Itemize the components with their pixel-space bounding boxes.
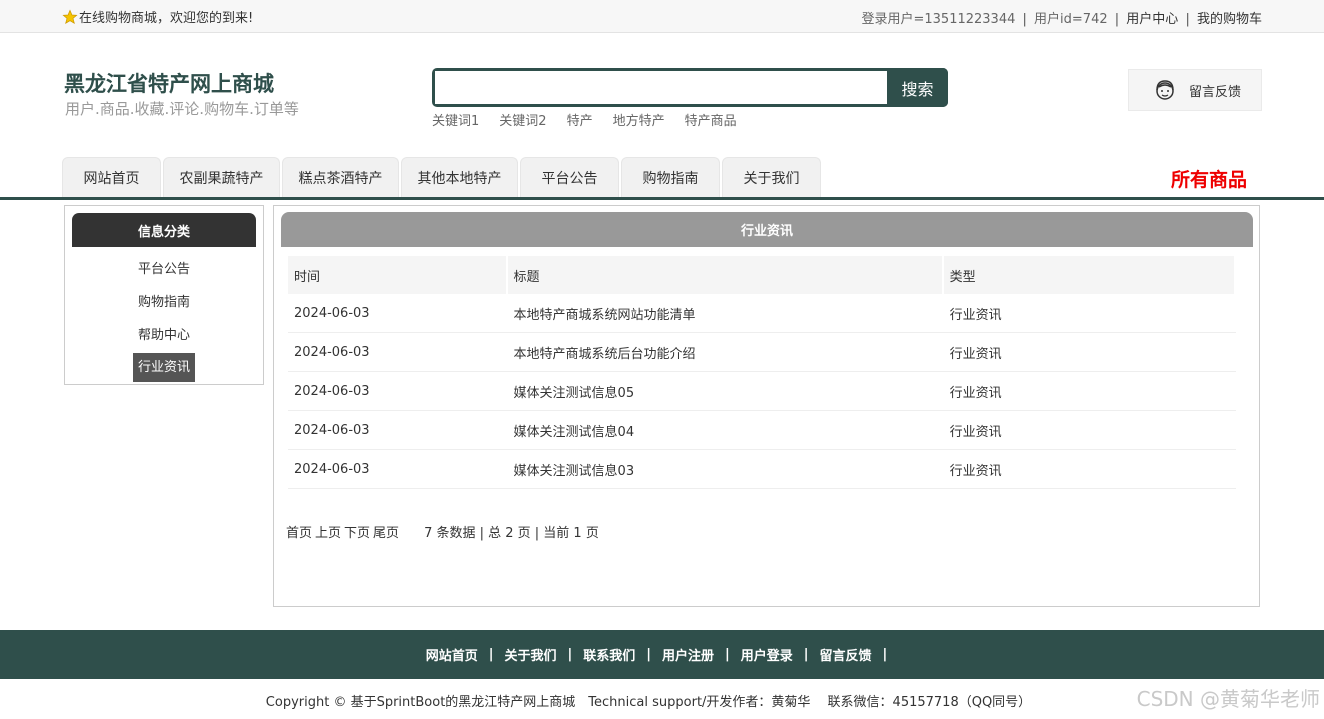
table-row[interactable]: 2024-06-03 媒体关注测试信息04 行业资讯 (288, 411, 1236, 450)
pager-next[interactable]: 下页 (344, 522, 370, 541)
panel-title: 行业资讯 (281, 212, 1253, 247)
footer-link-home[interactable]: 网站首页 (426, 645, 478, 664)
cell-type: 行业资讯 (949, 307, 1002, 323)
cell-title[interactable]: 媒体关注测试信息04 (508, 411, 942, 449)
table-row[interactable]: 2024-06-03 本地特产商城系统网站功能清单 行业资讯 (288, 294, 1236, 333)
search-input[interactable] (435, 71, 887, 104)
sidebar-title: 信息分类 (72, 213, 256, 247)
column-header-title: 标题 (507, 256, 942, 294)
sidebar-item-label: 帮助中心 (137, 328, 190, 343)
cell-time: 2024-06-03 (294, 383, 370, 399)
sidebar-item-label: 购物指南 (137, 295, 190, 310)
cell-type: 行业资讯 (949, 424, 1002, 440)
footer-link-about[interactable]: 关于我们 (504, 645, 556, 664)
cell-title[interactable]: 媒体关注测试信息05 (508, 372, 942, 410)
feedback-button[interactable]: 留言反馈 (1128, 69, 1262, 111)
footer-link-register[interactable]: 用户注册 (662, 645, 714, 664)
sidebar-item-help[interactable]: 帮助中心 (65, 324, 263, 343)
copyright: Copyright © 基于SprintBoot的黑龙江特产网上商城 Techn… (265, 695, 1032, 710)
pager-prev[interactable]: 上页 (315, 522, 341, 541)
sidebar-item-label: 行业资讯 (132, 353, 195, 382)
keyword-link[interactable]: 特产商品 (685, 110, 737, 129)
pager-info: 7 条数据 | 总 2 页 | 当前 1 页 (424, 526, 599, 541)
nav-divider (0, 197, 1324, 200)
news-table: 时间 标题 类型 2024-06-03 本地特产商城系统网站功能清单 行业资讯 … (288, 256, 1236, 489)
site-title[interactable]: 黑龙江省特产网上商城 (64, 68, 274, 98)
separator: | (725, 647, 730, 662)
sidebar-item-notice[interactable]: 平台公告 (65, 258, 263, 277)
pagination: 首页 上页 下页 尾页 7 条数据 | 总 2 页 | 当前 1 页 (286, 522, 599, 541)
nav-tab-guide[interactable]: 购物指南 (621, 157, 720, 197)
separator: | (882, 647, 888, 662)
cell-title[interactable]: 本地特产商城系统后台功能介绍 (508, 333, 942, 371)
keyword-link[interactable]: 关键词1 (432, 110, 479, 129)
customer-service-icon (1156, 80, 1174, 100)
cell-title[interactable]: 媒体关注测试信息03 (508, 450, 942, 488)
user-center-link[interactable]: 用户中心 (1126, 12, 1178, 27)
separator: | (488, 647, 494, 662)
cell-title[interactable]: 本地特产商城系统网站功能清单 (508, 294, 942, 332)
all-goods-link[interactable]: 所有商品 (1171, 165, 1247, 192)
separator: | (1114, 12, 1120, 27)
user-id: 用户id=742 (1034, 12, 1108, 27)
cell-time: 2024-06-03 (294, 305, 370, 321)
table-header: 时间 标题 类型 (288, 256, 1236, 294)
cart-link[interactable]: 我的购物车 (1197, 12, 1262, 27)
nav-tab-other[interactable]: 其他本地特产 (401, 157, 518, 197)
cell-type: 行业资讯 (949, 385, 1002, 401)
watermark: CSDN @黄菊华老师 (1136, 687, 1320, 711)
feedback-label: 留言反馈 (1189, 84, 1242, 100)
hot-keywords: 关键词1 关键词2 特产 地方特产 特产商品 (432, 110, 737, 129)
sidebar-item-guide[interactable]: 购物指南 (65, 291, 263, 310)
pager-last[interactable]: 尾页 (373, 522, 399, 541)
welcome-message: 在线购物商城，欢迎您的到来! (62, 7, 253, 26)
user-links: 登录用户=13511223344 | 用户id=742 | 用户中心 | 我的购… (862, 8, 1263, 27)
site-subtitle: 用户.商品.收藏.评论.购物车.订单等 (65, 100, 299, 118)
separator: | (646, 647, 651, 662)
sidebar-item-label: 平台公告 (137, 262, 190, 277)
column-header-time: 时间 (288, 256, 506, 294)
column-header-type: 类型 (943, 256, 1235, 294)
cell-time: 2024-06-03 (294, 461, 370, 477)
table-row[interactable]: 2024-06-03 本地特产商城系统后台功能介绍 行业资讯 (288, 333, 1236, 372)
nav-tab-produce[interactable]: 农副果蔬特产 (163, 157, 280, 197)
keyword-link[interactable]: 特产 (567, 110, 593, 129)
content-panel: 行业资讯 时间 标题 类型 2024-06-03 本地特产商城系统网站功能清单 … (273, 205, 1260, 607)
footer-link-contact[interactable]: 联系我们 (583, 645, 635, 664)
nav-tab-pastry[interactable]: 糕点茶酒特产 (282, 157, 399, 197)
sidebar-item-industry-news[interactable]: 行业资讯 (65, 353, 263, 382)
info-sidebar: 信息分类 平台公告 购物指南 帮助中心 行业资讯 (64, 205, 264, 385)
separator: | (1022, 12, 1027, 27)
login-user: 登录用户=13511223344 (861, 12, 1016, 27)
table-row[interactable]: 2024-06-03 媒体关注测试信息03 行业资讯 (288, 450, 1236, 489)
main-nav: 网站首页 农副果蔬特产 糕点茶酒特产 其他本地特产 平台公告 购物指南 关于我们 (62, 157, 821, 197)
table-row[interactable]: 2024-06-03 媒体关注测试信息05 行业资讯 (288, 372, 1236, 411)
nav-tab-home[interactable]: 网站首页 (62, 157, 161, 197)
separator: | (1185, 12, 1190, 27)
star-icon (62, 8, 78, 24)
nav-tab-about[interactable]: 关于我们 (722, 157, 821, 197)
top-bar: 在线购物商城，欢迎您的到来! 登录用户=13511223344 | 用户id=7… (0, 0, 1324, 33)
footer-link-login[interactable]: 用户登录 (741, 645, 793, 664)
keyword-link[interactable]: 地方特产 (613, 110, 665, 129)
cell-type: 行业资讯 (949, 463, 1002, 479)
search-button[interactable]: 搜索 (887, 68, 948, 107)
separator: | (803, 647, 809, 662)
cell-type: 行业资讯 (949, 346, 1002, 362)
footer-nav: 网站首页 | 关于我们 | 联系我们 | 用户注册 | 用户登录 | 留言反馈 | (0, 630, 1324, 679)
nav-tab-notice[interactable]: 平台公告 (520, 157, 619, 197)
pager-first[interactable]: 首页 (286, 522, 312, 541)
footer-link-feedback[interactable]: 留言反馈 (820, 645, 872, 664)
keyword-link[interactable]: 关键词2 (499, 110, 546, 129)
cell-time: 2024-06-03 (294, 422, 370, 438)
separator: | (567, 647, 573, 662)
cell-time: 2024-06-03 (294, 344, 370, 360)
welcome-text: 在线购物商城，欢迎您的到来! (79, 11, 254, 26)
search-bar: 搜索 (432, 68, 948, 107)
